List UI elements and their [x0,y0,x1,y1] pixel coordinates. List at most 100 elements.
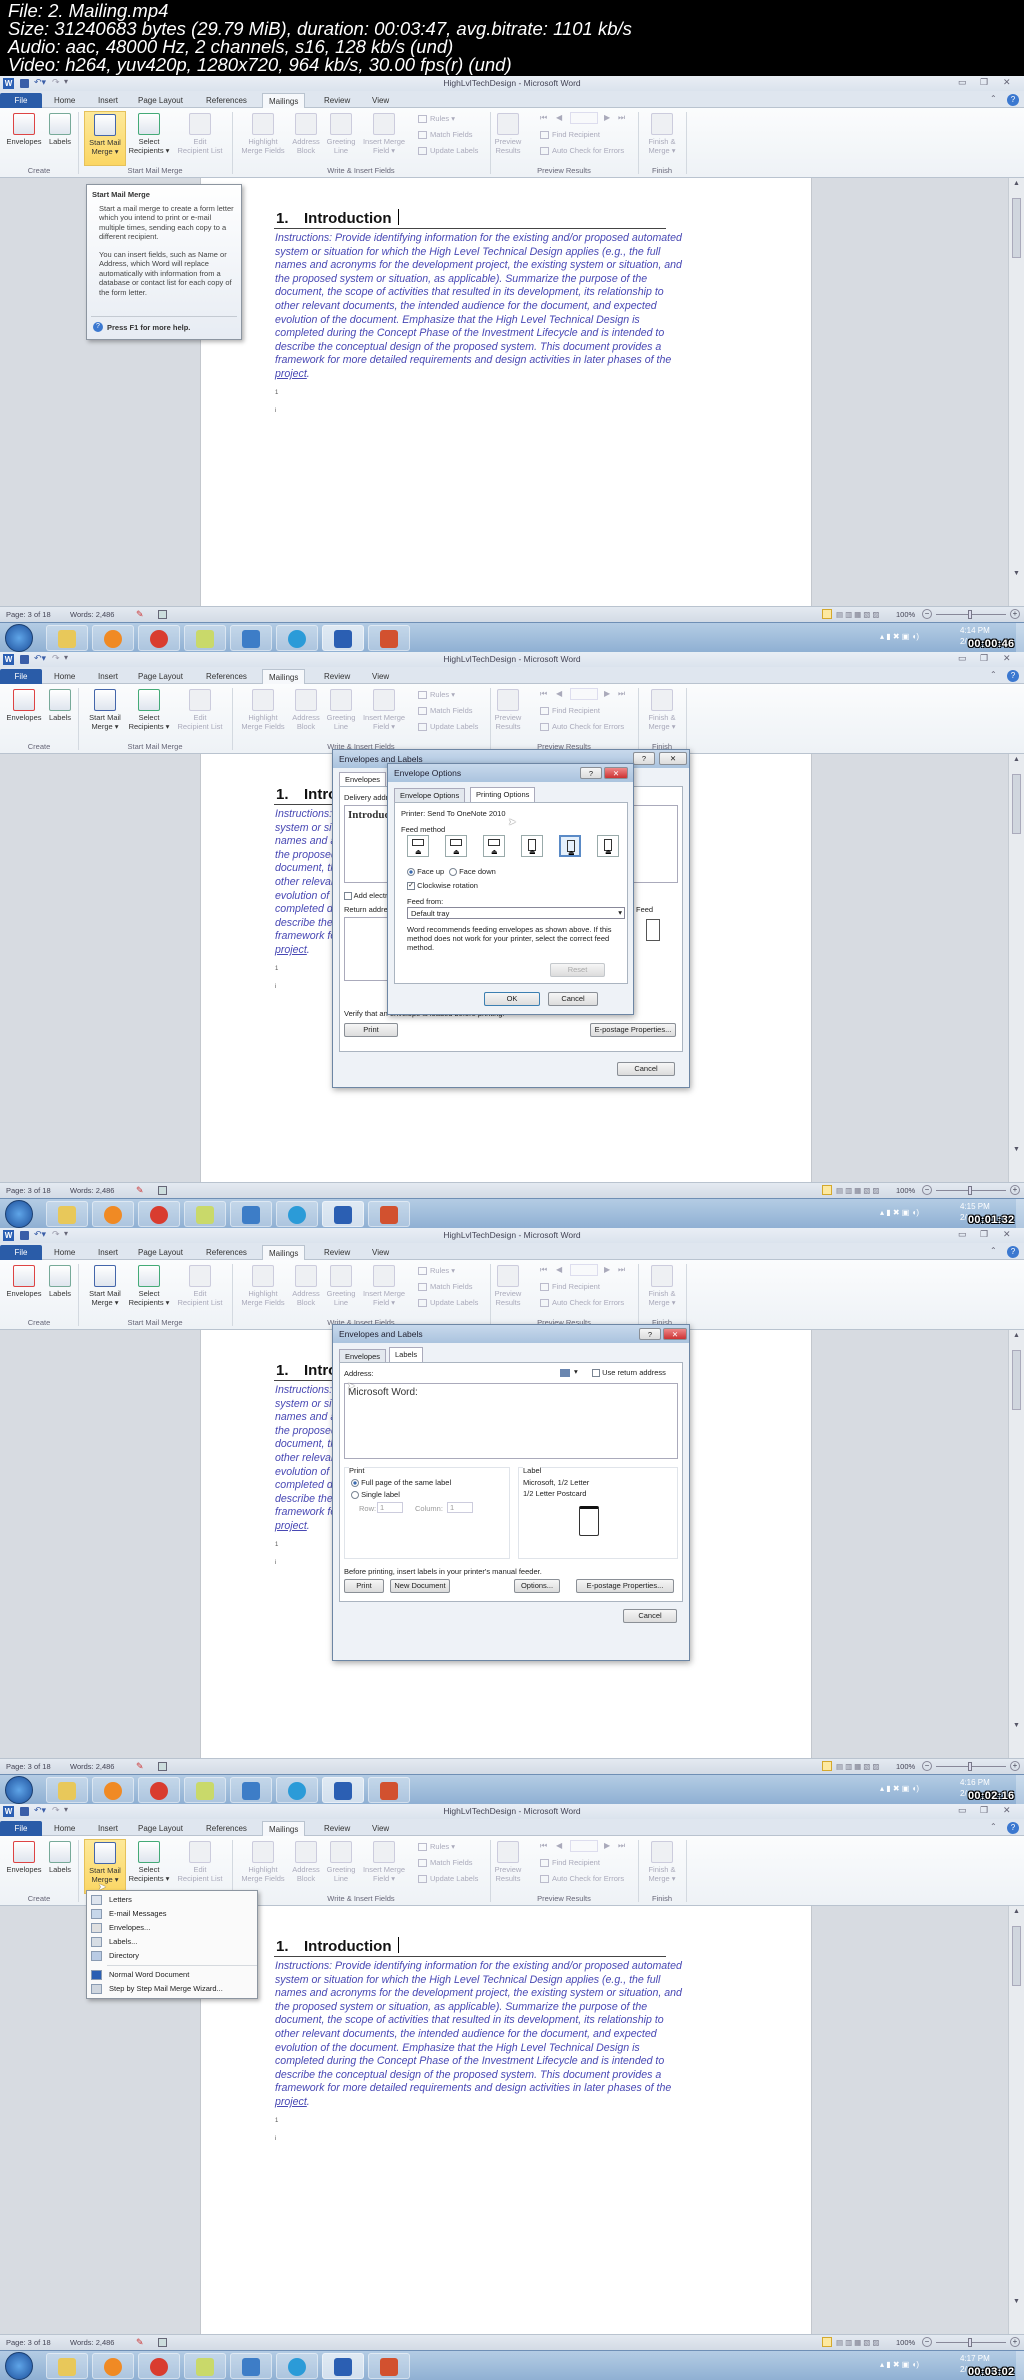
tab-view[interactable]: View [366,93,395,108]
tab-page-layout[interactable]: Page Layout [132,93,189,108]
print-layout-view-icon[interactable] [822,1761,832,1771]
page-count[interactable]: Page: 3 of 18 [6,1183,51,1198]
tab-file[interactable]: File [0,1245,42,1260]
record-number-input[interactable] [570,1840,598,1852]
address-input[interactable]: Microsoft Word: [344,1383,678,1459]
zoom-level[interactable]: 100% [896,607,915,622]
insert-merge-field-button[interactable]: Insert Merge Field ▾ [358,1263,410,1318]
restore-button[interactable]: ❐ [980,653,988,664]
tab-file[interactable]: File [0,1821,42,1836]
scroll-down-icon[interactable]: ▼ [1013,1722,1020,1729]
first-record-icon[interactable]: ⏮ [540,689,547,699]
select-recipients-button[interactable]: Select Recipients ▾ [127,1839,171,1894]
taskbar-remote-desktop-button[interactable] [230,625,272,651]
taskbar-edge-button[interactable] [276,1777,318,1803]
minimize-button[interactable]: ▭ [958,77,967,88]
rules-button[interactable]: Rules ▾ [418,690,455,700]
epostage-properties-button[interactable]: E-postage Properties... [590,1023,676,1037]
minimize-ribbon-icon[interactable]: ⌃ [990,1246,997,1255]
view-icons[interactable]: ▤▥▦▧▨ [836,1183,881,1198]
clock[interactable]: 4:17 PM [960,2354,990,2363]
dialog-help-button[interactable]: ? [639,1328,661,1340]
match-fields-button[interactable]: Match Fields [418,1858,473,1868]
feed-preview-icon[interactable] [646,919,660,941]
start-button[interactable] [5,624,33,652]
macro-icon[interactable] [158,2338,167,2347]
insert-merge-field-button[interactable]: Insert Merge Field ▾ [358,687,410,742]
taskbar-sticky-notes-button[interactable] [184,1777,226,1803]
taskbar-media-player-button[interactable] [92,625,134,651]
taskbar-powerpoint-button[interactable] [368,1201,410,1227]
next-record-icon[interactable]: ▶ [604,1265,610,1274]
tab-references[interactable]: References [200,669,253,684]
close-button[interactable]: ✕ [1003,653,1011,664]
labels-button[interactable]: Labels [44,111,76,166]
select-recipients-button[interactable]: Select Recipients ▾ [127,687,171,742]
address-block-button[interactable]: Address Block [290,1263,322,1318]
tab-home[interactable]: Home [48,1821,81,1836]
update-labels-button[interactable]: Update Labels [418,1298,478,1308]
radio[interactable] [407,868,415,877]
tab-review[interactable]: Review [318,1245,356,1260]
ok-button[interactable]: OK [484,992,540,1006]
vertical-scrollbar[interactable]: ▲ ▼ [1008,754,1024,1182]
tab-envelope-options[interactable]: Envelope Options [394,788,466,802]
dialog-help-button[interactable]: ? [633,752,655,765]
taskbar-explorer-button[interactable] [46,1777,88,1803]
taskbar-powerpoint-button[interactable] [368,625,410,651]
tab-insert[interactable]: Insert [92,669,124,684]
checkbox[interactable] [344,892,352,901]
vertical-scrollbar[interactable]: ▲ ▼ [1008,178,1024,606]
address-block-button[interactable]: Address Block [290,1839,322,1894]
cancel-button[interactable]: Cancel [548,992,598,1006]
menu-item-directory[interactable]: Directory [87,1949,257,1963]
taskbar-word-button[interactable] [322,625,364,651]
menu-item-step-by-step-mail-merge-wizard[interactable]: Step by Step Mail Merge Wizard... [87,1982,257,1996]
first-record-icon[interactable]: ⏮ [540,1265,547,1275]
scroll-thumb[interactable] [1012,1926,1021,1986]
cancel-button[interactable]: Cancel [623,1609,677,1623]
zoom-out-button[interactable]: − [922,609,932,619]
update-labels-button[interactable]: Update Labels [418,1874,478,1884]
help-icon[interactable]: ? [1007,1822,1019,1834]
cancel-button[interactable]: Cancel [617,1062,675,1076]
print-layout-view-icon[interactable] [822,2337,832,2347]
auto-check-for-errors-button[interactable]: Auto Check for Errors [540,722,624,732]
first-record-icon[interactable]: ⏮ [540,113,547,123]
zoom-in-button[interactable]: + [1010,609,1020,619]
minimize-button[interactable]: ▭ [958,1229,967,1240]
dialog-close-button[interactable]: ✕ [663,1328,687,1340]
taskbar-sticky-notes-button[interactable] [184,1201,226,1227]
start-mail-merge-button[interactable]: Start Mail Merge ▾ [84,687,126,742]
tab-envelopes[interactable]: Envelopes [339,772,387,787]
page-count[interactable]: Page: 3 of 18 [6,607,51,622]
macro-icon[interactable] [158,1186,167,1195]
show-desktop-button[interactable] [1016,1199,1024,1228]
row-input[interactable]: 1 [377,1502,403,1513]
next-record-icon[interactable]: ▶ [604,113,610,122]
zoom-level[interactable]: 100% [896,1759,915,1774]
start-button[interactable] [5,1200,33,1228]
finish-merge-button[interactable]: Finish & Merge ▾ [642,687,682,742]
print-layout-view-icon[interactable] [822,1185,832,1195]
zoom-in-button[interactable]: + [1010,1761,1020,1771]
taskbar-word-button[interactable] [322,2353,364,2379]
match-fields-button[interactable]: Match Fields [418,130,473,140]
find-recipient-button[interactable]: Find Recipient [540,1858,600,1868]
feed-method-option[interactable]: ⏏ [559,835,581,857]
tab-insert[interactable]: Insert [92,1245,124,1260]
rules-button[interactable]: Rules ▾ [418,1842,455,1852]
tray-icons[interactable]: ▴ ▮ ✖ ▣ ◖) [880,632,919,641]
preview-results-button[interactable]: Preview Results [490,1839,526,1894]
tray-icons[interactable]: ▴ ▮ ✖ ▣ ◖) [880,2360,919,2369]
start-mail-merge-button[interactable]: Start Mail Merge ▾ [84,1263,126,1318]
column-input[interactable]: 1 [447,1502,473,1513]
view-icons[interactable]: ▤▥▦▧▨ [836,2335,881,2350]
address-block-button[interactable]: Address Block [290,111,322,166]
scroll-up-icon[interactable]: ▲ [1013,756,1020,763]
scroll-down-icon[interactable]: ▼ [1013,1146,1020,1153]
taskbar-remote-desktop-button[interactable] [230,2353,272,2379]
help-icon[interactable]: ? [1007,1246,1019,1258]
last-record-icon[interactable]: ⏭ [618,113,625,123]
tab-file[interactable]: File [0,93,42,108]
